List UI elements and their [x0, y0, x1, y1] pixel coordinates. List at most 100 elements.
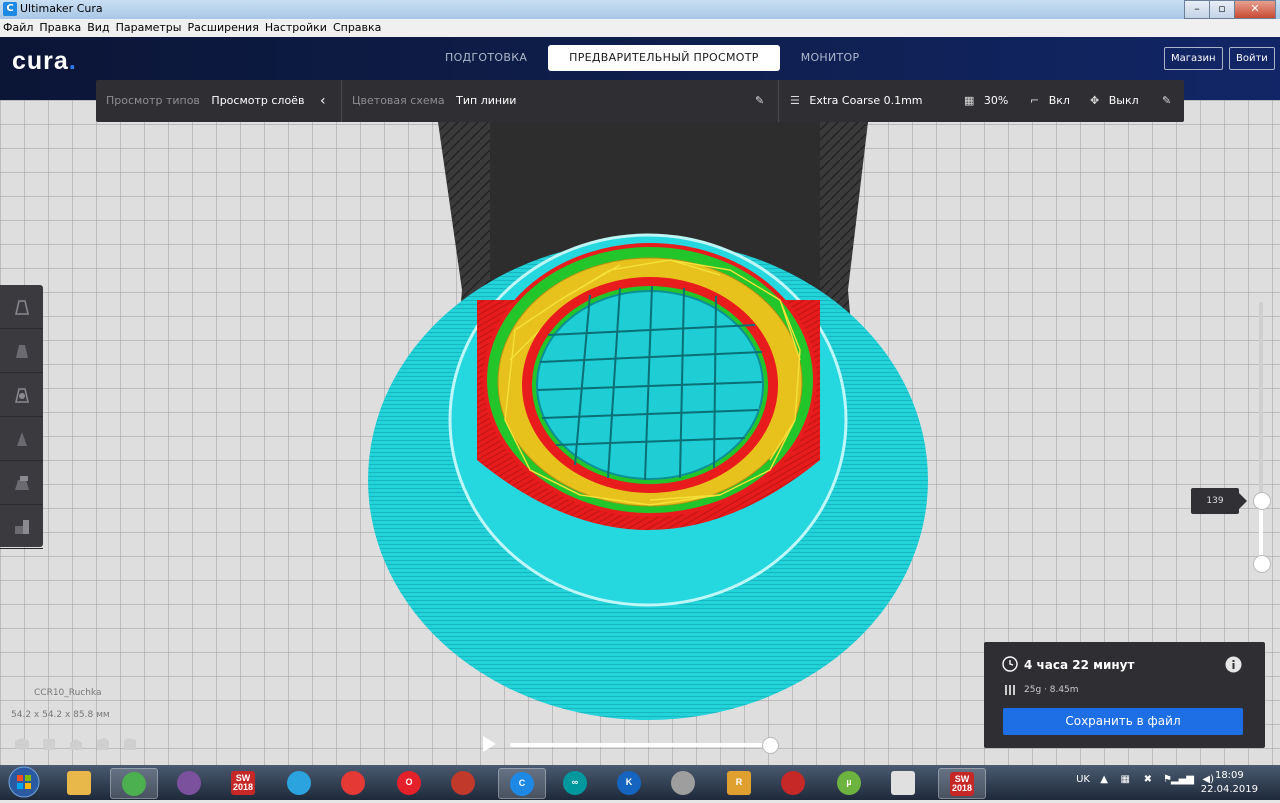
taskbar-telegram[interactable] — [276, 768, 322, 797]
arduino-icon: ∞ — [563, 770, 587, 795]
utorrent-icon: µ — [837, 770, 861, 795]
tray-expand-icon[interactable]: ▲ — [1100, 774, 1108, 785]
tab-prepare[interactable]: ПОДГОТОВКА — [424, 45, 548, 71]
scale-tool-icon[interactable] — [0, 329, 43, 373]
view-type-label: Просмотр типов — [106, 94, 200, 107]
window-title: Ultimaker Cura — [20, 2, 103, 15]
view-3d-icon[interactable] — [14, 736, 30, 750]
menu-preferences[interactable]: Настройки — [262, 19, 330, 37]
playback-slider-track[interactable] — [510, 743, 772, 747]
menu-settings[interactable]: Параметры — [113, 19, 185, 37]
color-scheme-label: Цветовая схема — [352, 94, 445, 107]
tool-rail — [0, 285, 43, 549]
menu-file[interactable]: Файл — [0, 19, 36, 37]
windows-start-icon — [8, 766, 40, 798]
menu-view[interactable]: Вид — [84, 19, 112, 37]
support-setting[interactable]: ⌐ Вкл — [1030, 80, 1070, 122]
close-button[interactable]: ✕ — [1234, 0, 1276, 19]
taskbar-opera[interactable]: O — [386, 768, 432, 797]
profile-value: Extra Coarse 0.1mm — [809, 94, 923, 107]
tab-monitor[interactable]: МОНИТОР — [780, 45, 881, 71]
window-titlebar[interactable]: C Ultimaker Cura – ▫ ✕ — [0, 0, 1280, 19]
view-top-icon[interactable] — [68, 736, 84, 750]
taskbar-utorrent[interactable]: µ — [826, 768, 872, 797]
support-icon: ⌐ — [1030, 94, 1040, 107]
color-scheme-selector[interactable]: Цветовая схема Тип линии — [352, 80, 516, 122]
tray-app-icon[interactable]: ▦ — [1121, 774, 1130, 785]
view-left-icon[interactable] — [95, 736, 111, 750]
logo-text: cura — [12, 47, 69, 75]
view-front-icon[interactable] — [41, 736, 57, 750]
view-type-selector[interactable]: Просмотр типов Просмотр слоёв — [106, 80, 304, 122]
profile-icon: ☰ — [790, 94, 800, 107]
save-to-file-button[interactable]: Сохранить в файл — [1003, 708, 1243, 735]
marketplace-button[interactable]: Магазин — [1164, 47, 1223, 70]
taskbar-tools[interactable] — [660, 768, 706, 797]
clock-time: 18:09 — [1214, 770, 1244, 781]
tools-icon — [671, 770, 695, 795]
menu-help[interactable]: Справка — [330, 19, 384, 37]
move-tool-icon[interactable] — [0, 285, 43, 329]
taskbar-r-app[interactable]: R — [716, 768, 762, 797]
play-icon[interactable] — [483, 736, 496, 752]
taskbar-window-app[interactable] — [880, 768, 926, 797]
layer-slider-lower-handle[interactable] — [1253, 555, 1271, 573]
infill-setting[interactable]: ▦ 30% — [964, 80, 1008, 122]
adhesion-setting[interactable]: ✥ Выкл — [1090, 80, 1139, 122]
taskbar-arduino[interactable]: ∞ — [552, 768, 598, 797]
clock[interactable]: 18:09 22.04.2019 — [1201, 769, 1258, 797]
object-name: CCR10_Ruchka — [34, 688, 102, 698]
preview-toolbar: Просмотр типов Просмотр слоёв ‹ Цветовая… — [96, 80, 1184, 122]
cura-logo: cura. — [12, 47, 77, 76]
taskbar-solidworks-2[interactable]: SW 2018 — [938, 768, 986, 799]
view-right-icon[interactable] — [122, 736, 138, 750]
taskbar-3d-app[interactable] — [440, 768, 486, 797]
signal-icon[interactable]: ▂▄▆ — [1171, 774, 1194, 785]
start-button[interactable] — [4, 766, 44, 799]
playback-slider-handle[interactable] — [762, 737, 779, 754]
explorer-icon — [67, 770, 91, 795]
taskbar-cura[interactable]: C — [498, 768, 546, 799]
cura-app-icon: C — [3, 2, 17, 16]
support-blocker-icon[interactable] — [0, 505, 43, 549]
current-layer-input[interactable]: 139 — [1191, 488, 1247, 514]
taskbar-chrome[interactable] — [110, 768, 158, 799]
stage-tabs: ПОДГОТОВКА ПРЕДВАРИТЕЛЬНЫЙ ПРОСМОТР МОНИ… — [424, 45, 880, 71]
info-icon[interactable] — [1225, 656, 1242, 673]
per-model-settings-icon[interactable] — [0, 461, 43, 505]
pencil-icon[interactable]: ✎ — [755, 80, 764, 122]
menu-edit[interactable]: Правка — [36, 19, 84, 37]
gear-app-icon — [781, 770, 805, 795]
taskbar-solidworks[interactable]: SW 2018 — [220, 768, 266, 797]
menu-bar: Файл Правка Вид Параметры Расширения Нас… — [0, 19, 1280, 37]
layer-slider-upper-handle[interactable] — [1253, 492, 1271, 510]
telegram-icon — [287, 770, 311, 795]
clock-date: 22.04.2019 — [1200, 784, 1258, 795]
language-indicator[interactable]: UK — [1076, 774, 1090, 785]
edit-settings-pencil-icon[interactable]: ✎ — [1162, 80, 1171, 122]
clock-icon — [1002, 656, 1018, 672]
rotate-tool-icon[interactable] — [0, 373, 43, 417]
taskbar-gear-app[interactable] — [770, 768, 816, 797]
chevron-left-icon[interactable]: ‹ — [320, 80, 326, 122]
taskbar-photo[interactable] — [330, 768, 376, 797]
cura-icon: C — [510, 771, 534, 796]
tab-preview[interactable]: ПРЕДВАРИТЕЛЬНЫЙ ПРОСМОТР — [548, 45, 780, 71]
minimize-button[interactable]: – — [1184, 0, 1210, 19]
print-settings-selector[interactable]: ☰ Extra Coarse 0.1mm — [790, 80, 923, 122]
logo-dot: . — [68, 47, 77, 75]
menu-extensions[interactable]: Расширения — [184, 19, 261, 37]
chrome-icon — [122, 771, 146, 796]
sign-in-button[interactable]: Войти — [1229, 47, 1275, 70]
taskbar-viber[interactable] — [166, 768, 212, 797]
material-spool-icon — [1005, 685, 1015, 695]
maximize-button[interactable]: ▫ — [1209, 0, 1235, 19]
solidworks-icon: SW 2018 — [231, 770, 255, 795]
mirror-tool-icon[interactable] — [0, 417, 43, 461]
network-icon[interactable]: ✖ — [1144, 774, 1152, 785]
taskbar-explorer[interactable] — [56, 768, 102, 797]
solidworks-2-icon: SW 2018 — [950, 771, 974, 796]
opera-icon: O — [397, 770, 421, 795]
taskbar-k-app[interactable]: K — [606, 768, 652, 797]
material-usage: 25g · 8.45m — [1024, 685, 1079, 695]
